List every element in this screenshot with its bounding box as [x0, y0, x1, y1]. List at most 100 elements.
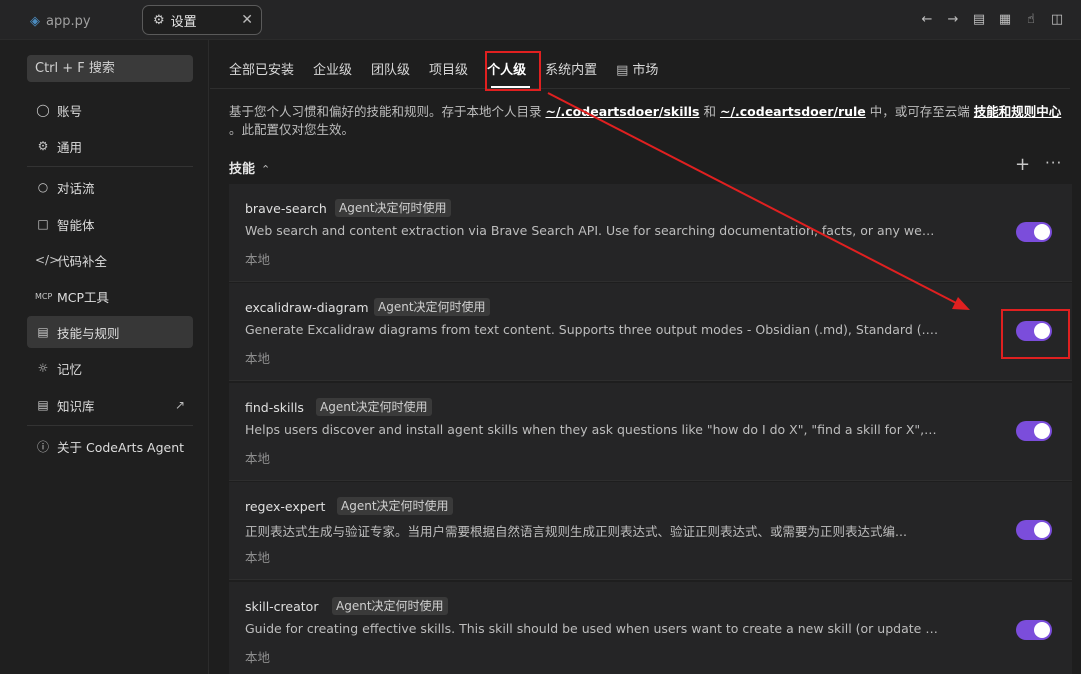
sidebar-item-label: 技能与规则 [57, 325, 120, 341]
sidebar-item-agent[interactable]: □ 智能体 [27, 208, 193, 240]
split-view-icon[interactable]: ◫ [1049, 11, 1065, 29]
skill-location: 本地 [245, 650, 271, 665]
chevron-up-icon: ⌃ [261, 163, 271, 176]
skill-location: 本地 [245, 451, 271, 466]
skill-card: brave-search Agent决定何时使用 Web search and … [229, 184, 1072, 282]
tab-enterprise[interactable]: 企业级 [313, 62, 352, 82]
toggle-knob [1034, 522, 1050, 538]
skill-name: find-skills [245, 400, 304, 415]
store-icon: ▤ [616, 63, 629, 78]
agent-icon: □ [37, 217, 49, 231]
sidebar-item-knowledge-base[interactable]: ▤ 知识库 ↗ [27, 389, 193, 421]
code-icon: </> [35, 253, 60, 267]
divider [210, 88, 1070, 89]
skill-badge: Agent决定何时使用 [374, 298, 490, 316]
python-icon: ◈ [30, 13, 40, 29]
desc-text: 基于您个人习惯和偏好的技能和规则。存于本地个人目录 [229, 104, 546, 119]
sidebar-item-label: 记忆 [57, 361, 83, 377]
toggle-knob [1034, 622, 1050, 638]
desc-text: 。此配置仅对您生效。 [229, 122, 355, 137]
skill-name: regex-expert [245, 499, 326, 514]
annotation-highlight-tab [485, 51, 541, 91]
scope-tabs: 全部已安装 企业级 团队级 项目级 个人级 系统内置 ▤ 市场 [229, 62, 677, 82]
skills-section-header[interactable]: 技能 ⌃ [229, 158, 270, 177]
toggle-knob [1034, 423, 1050, 439]
skill-description: 正则表达式生成与验证专家。当用户需要根据自然语言规则生成正则表达式、验证正则表达… [245, 524, 907, 539]
desc-text: 中，或可存至云端 [865, 104, 974, 119]
sidebar-item-account[interactable]: ◯ 账号 [27, 94, 193, 126]
skills-dir-link[interactable]: ~/.codeartsdoer/skills [545, 104, 699, 119]
skills-center-link[interactable]: 技能和规则中心 [974, 104, 1062, 119]
skill-name: brave-search [245, 201, 327, 216]
scope-description: 基于您个人习惯和偏好的技能和规则。存于本地个人目录 ~/.codeartsdoe… [229, 103, 1065, 139]
chat-icon: ○ [37, 180, 49, 194]
skill-toggle[interactable] [1016, 222, 1052, 242]
skill-location: 本地 [245, 351, 271, 366]
skill-location: 本地 [245, 550, 271, 565]
tab-label: app.py [46, 13, 91, 29]
annotation-highlight-toggle [1001, 309, 1070, 359]
sidebar-item-mcp[interactable]: MCP MCP工具 [27, 280, 193, 312]
skill-card: skill-creator Agent决定何时使用 Guide for crea… [229, 582, 1072, 674]
sidebar-item-memory[interactable]: ☼ 记忆 [27, 352, 193, 384]
sidebar-item-skills-rules[interactable]: ▤ 技能与规则 [27, 316, 193, 348]
tab-team[interactable]: 团队级 [371, 62, 410, 82]
grid-icon[interactable]: ▦ [997, 11, 1013, 29]
rule-dir-link[interactable]: ~/.codeartsdoer/rule [720, 104, 866, 119]
arrow-right-icon[interactable]: → [945, 11, 961, 29]
skill-name: excalidraw-diagram [245, 300, 369, 315]
tab-all-installed[interactable]: 全部已安装 [229, 62, 294, 82]
skill-description: Guide for creating effective skills. Thi… [245, 621, 940, 636]
hand-icon[interactable]: ☝ [1023, 11, 1039, 29]
skill-badge: Agent决定何时使用 [335, 199, 451, 217]
person-icon: ◯ [36, 103, 50, 117]
sidebar-item-conversation[interactable]: ○ 对话流 [27, 171, 193, 203]
sidebar-item-label: 通用 [57, 139, 83, 155]
divider [27, 166, 193, 167]
toggle-knob [1034, 224, 1050, 240]
external-link-icon[interactable]: ↗ [175, 398, 185, 412]
sidebar-item-label: 账号 [57, 103, 83, 119]
document-icon[interactable]: ▤ [971, 11, 987, 29]
mcp-icon: MCP [35, 291, 53, 301]
add-skill-button[interactable]: + [1015, 154, 1030, 175]
skill-toggle[interactable] [1016, 520, 1052, 540]
sidebar-item-code-completion[interactable]: </> 代码补全 [27, 244, 193, 276]
tab-project[interactable]: 项目级 [429, 62, 468, 82]
sidebar-item-label: 知识库 [57, 398, 95, 414]
skill-badge: Agent决定何时使用 [332, 597, 448, 615]
skill-card: excalidraw-diagram Agent决定何时使用 Generate … [229, 283, 1072, 381]
search-input[interactable]: Ctrl + F 搜索 [27, 55, 193, 82]
settings-main: 全部已安装 企业级 团队级 项目级 个人级 系统内置 ▤ 市场 基于您个人习惯和偏… [210, 40, 1081, 674]
skill-name: skill-creator [245, 599, 319, 614]
more-icon[interactable]: ··· [1045, 154, 1062, 172]
sidebar-item-label: 智能体 [57, 217, 95, 233]
info-icon: ⓘ [36, 439, 49, 454]
settings-sidebar: Ctrl + F 搜索 ◯ 账号 ⚙ 通用 ○ 对话流 □ 智能体 </> 代码… [0, 40, 209, 674]
arrow-left-icon[interactable]: ← [919, 11, 935, 29]
close-icon[interactable]: ✕ [241, 12, 253, 28]
sidebar-item-label: 关于 CodeArts Agent [57, 439, 185, 455]
tab-label: 设置 [170, 14, 197, 30]
section-title: 技能 [229, 162, 256, 177]
skill-location: 本地 [245, 252, 271, 267]
tab-app-py[interactable]: ◈ app.py [30, 6, 91, 36]
editor-toolbar: ← → ▤ ▦ ☝ ◫ [919, 11, 1065, 29]
sidebar-item-general[interactable]: ⚙ 通用 [27, 130, 193, 162]
gear-icon: ⚙ [153, 12, 165, 28]
skill-toggle[interactable] [1016, 421, 1052, 441]
tab-settings[interactable]: ⚙ 设置 ✕ [142, 5, 262, 35]
sidebar-item-label: MCP工具 [57, 289, 110, 305]
list-icon: ▤ [37, 325, 49, 339]
skill-card: regex-expert Agent决定何时使用 正则表达式生成与验证专家。当用… [229, 482, 1072, 580]
skill-description: Helps users discover and install agent s… [245, 422, 940, 437]
skill-badge: Agent决定何时使用 [337, 497, 453, 515]
skill-card: find-skills Agent决定何时使用 Helps users disc… [229, 383, 1072, 481]
sidebar-item-about[interactable]: ⓘ 关于 CodeArts Agent [27, 430, 193, 462]
tab-market[interactable]: ▤ 市场 [616, 62, 658, 82]
skill-description: Generate Excalidraw diagrams from text c… [245, 322, 940, 337]
tab-system-builtin[interactable]: 系统内置 [545, 62, 597, 82]
gear-icon: ⚙ [37, 139, 49, 153]
skill-toggle[interactable] [1016, 620, 1052, 640]
book-icon: ▤ [37, 398, 49, 412]
